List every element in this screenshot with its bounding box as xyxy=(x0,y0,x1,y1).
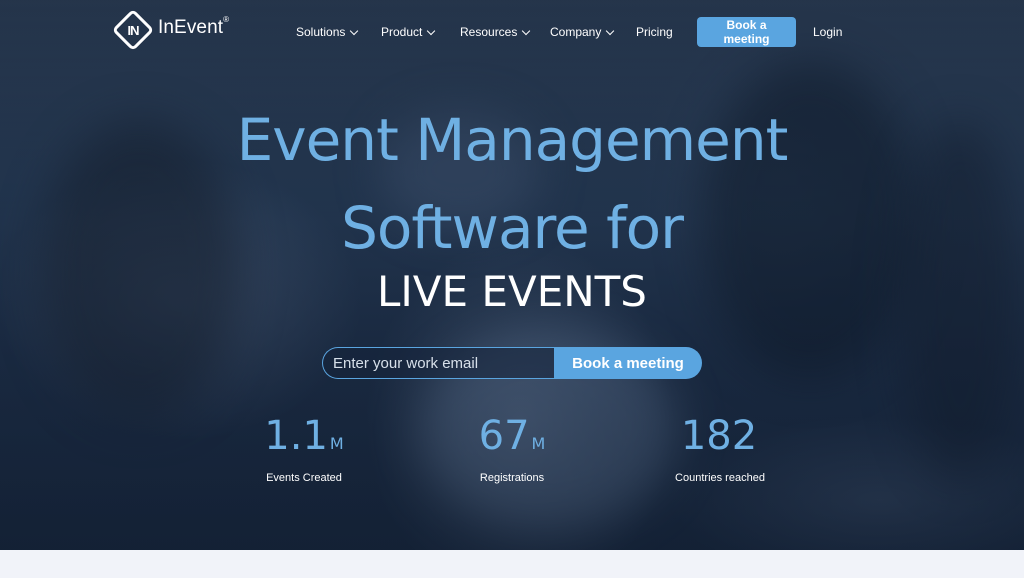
book-meeting-submit-button[interactable]: Book a meeting xyxy=(554,347,702,379)
stat-registrations: 67 M Registrations xyxy=(422,412,602,484)
hero-title-line-3: LIVE EVENTS xyxy=(377,267,647,316)
hero-title-line-2: Software for xyxy=(341,194,684,262)
nav-item-pricing[interactable]: Pricing xyxy=(636,25,673,39)
chevron-down-icon xyxy=(350,26,359,35)
logo-icon: IN xyxy=(111,8,155,52)
login-link[interactable]: Login xyxy=(813,25,842,39)
brand-logo[interactable]: IN InEvent® xyxy=(111,8,230,52)
brand-name: InEvent® xyxy=(158,15,230,38)
top-navigation: IN InEvent® Solutions Product Resources … xyxy=(0,0,1024,64)
section-divider xyxy=(0,550,1024,578)
stat-label: Registrations xyxy=(479,472,545,484)
stat-value: 182 xyxy=(680,413,758,459)
stat-label: Events Created xyxy=(266,472,342,484)
book-meeting-nav-button[interactable]: Book a meeting xyxy=(697,17,796,47)
chevron-down-icon xyxy=(427,26,436,35)
chevron-down-icon xyxy=(606,26,615,35)
stat-value: 67 M xyxy=(478,413,546,459)
stat-countries-reached: 182 Countries reached xyxy=(630,412,810,484)
nav-item-company[interactable]: Company xyxy=(550,25,615,39)
email-signup-form: Book a meeting xyxy=(322,347,702,379)
stat-value: 1.1 M xyxy=(264,413,344,459)
stat-label: Countries reached xyxy=(675,472,765,484)
nav-item-resources[interactable]: Resources xyxy=(460,25,531,39)
chevron-down-icon xyxy=(522,26,531,35)
nav-item-solutions[interactable]: Solutions xyxy=(296,25,359,39)
hero-title-line-1: Event Management xyxy=(236,106,789,174)
nav-item-product[interactable]: Product xyxy=(381,25,436,39)
work-email-input[interactable] xyxy=(322,347,554,379)
stat-events-created: 1.1 M Events Created xyxy=(214,412,394,484)
